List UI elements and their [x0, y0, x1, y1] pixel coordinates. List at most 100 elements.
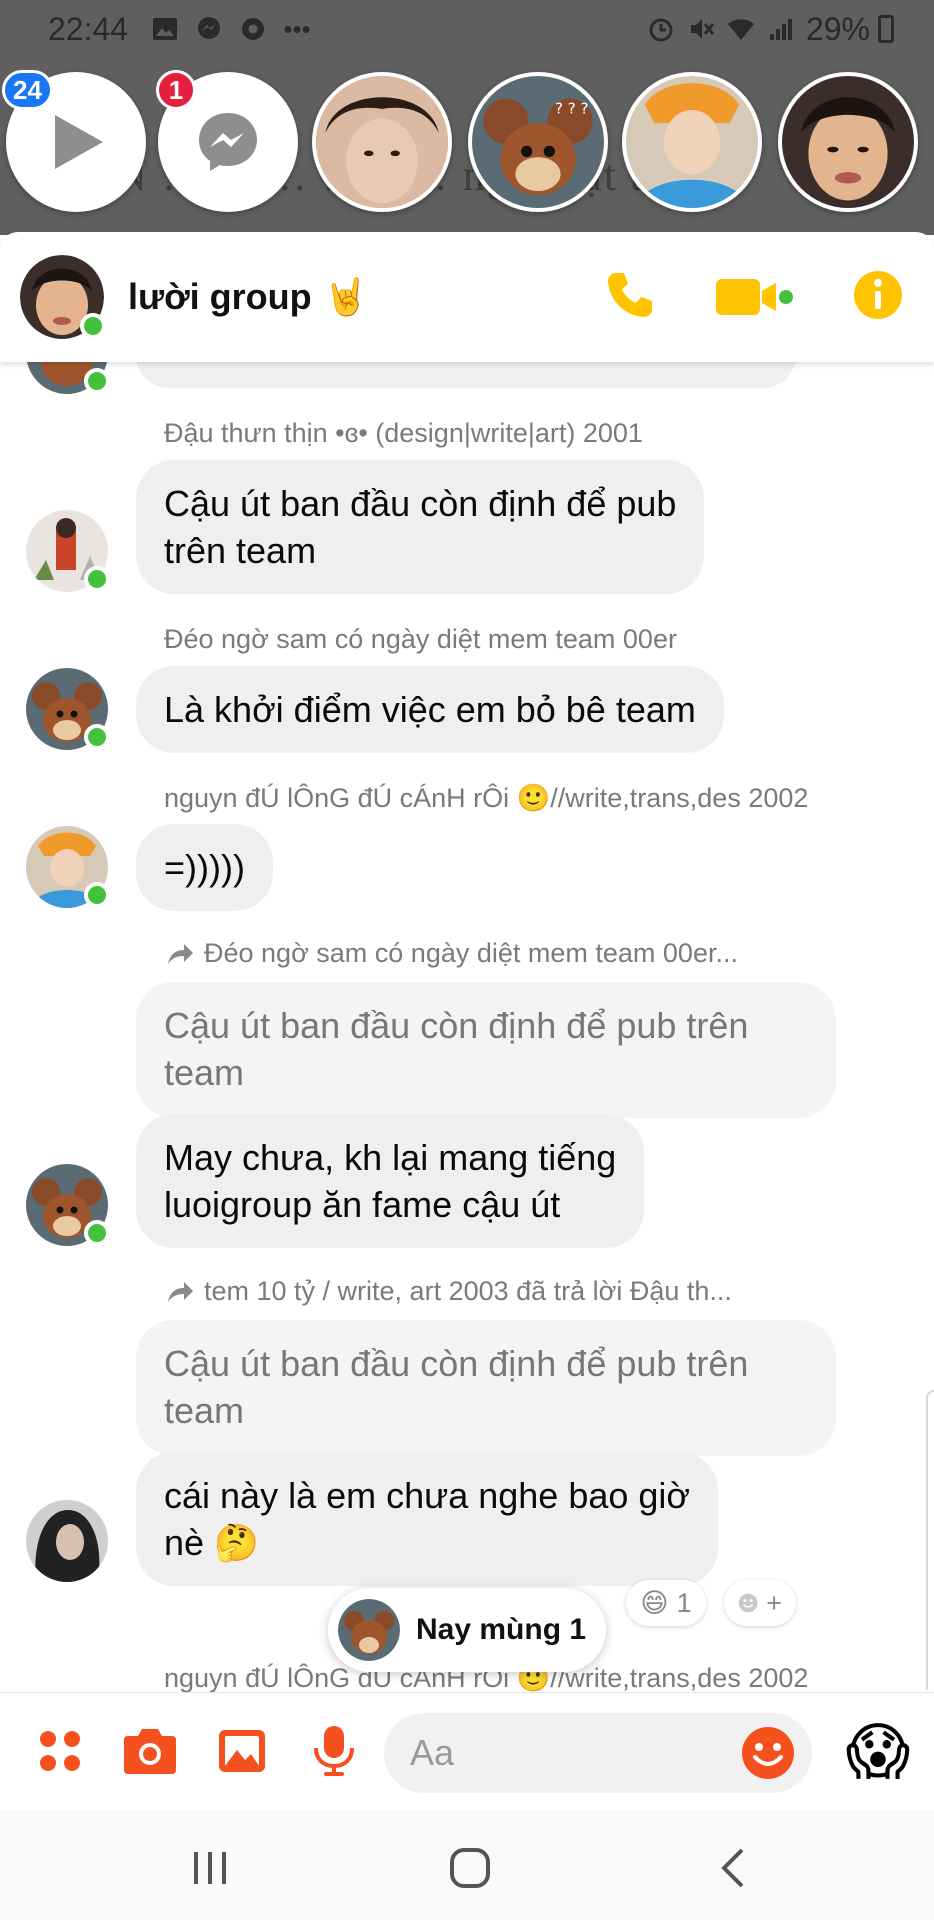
message-line: luoigroup ăn fame cậu út: [164, 1184, 561, 1225]
voice-call-button[interactable]: [604, 269, 656, 326]
sender-avatar[interactable]: [26, 362, 110, 394]
video-call-button[interactable]: [714, 275, 794, 319]
rock-hand-emoji: 🤘: [323, 276, 369, 317]
messenger-unread-badge: 1: [156, 70, 196, 110]
online-indicator: [80, 313, 106, 339]
message-bubble[interactable]: cái này là em chưa nghe bao giờ nè 🤔: [136, 1452, 719, 1586]
contact-head-3[interactable]: [622, 72, 762, 212]
quoted-line: team: [164, 1052, 245, 1093]
message-input[interactable]: [410, 1713, 710, 1793]
quick-emoji-button[interactable]: 😱: [840, 1713, 916, 1789]
contact-photo: [26, 1500, 108, 1582]
messenger-notification-icon: [194, 14, 224, 44]
home-icon: [450, 1848, 490, 1888]
online-indicator: [84, 882, 110, 908]
previous-message-bubble[interactable]: [136, 362, 796, 388]
reaction-summary[interactable]: 😄 1: [626, 1580, 706, 1626]
jerry-mouse-photo: [338, 1599, 400, 1661]
sender-avatar[interactable]: [26, 1500, 108, 1582]
battery-icon: [878, 15, 894, 43]
add-reaction-button[interactable]: +: [724, 1580, 796, 1626]
camera-button[interactable]: [118, 1719, 182, 1783]
sender-name: Đậu thưn thịn •ɞ• (design|write|art) 200…: [164, 418, 643, 448]
message-bubble[interactable]: Cậu út ban đầu còn định để pub trên team: [136, 460, 705, 594]
mute-icon: [686, 14, 716, 44]
camera-icon: [124, 1729, 176, 1774]
quoted-message[interactable]: Cậu út ban đầu còn định để pub trên team: [136, 982, 836, 1118]
phone-icon: [608, 272, 652, 317]
message-line: Là khởi điểm việc em bỏ bê team: [164, 689, 696, 730]
scrollbar[interactable]: [926, 1390, 934, 1690]
reaction-count: 1: [676, 1587, 692, 1618]
reply-indicator: Đéo ngờ sam có ngày diệt mem team 00er..…: [166, 938, 738, 969]
group-name: lười group: [128, 276, 312, 317]
more-actions-button[interactable]: [28, 1719, 92, 1783]
play-icon: [55, 115, 103, 169]
sender-avatar[interactable]: [26, 510, 110, 592]
reply-arrow-icon: [168, 943, 193, 964]
new-message-toast[interactable]: Nay mùng 1: [328, 1588, 606, 1672]
system-nav-bar: [0, 1810, 934, 1920]
online-indicator: [84, 1220, 110, 1246]
contact-head-2[interactable]: ? ? ?: [468, 72, 608, 212]
composer-bar: 😱: [0, 1692, 934, 1810]
battery-percent: 29%: [805, 10, 870, 47]
sender-avatar[interactable]: [26, 1164, 110, 1246]
sender-avatar[interactable]: [26, 826, 110, 908]
recents-icon: [194, 1852, 226, 1884]
reply-arrow-icon: [168, 1281, 193, 1302]
quoted-message[interactable]: Cậu út ban đầu còn định để pub trên team: [136, 1320, 836, 1456]
recent-apps-button[interactable]: [180, 1838, 240, 1898]
message-input-pill[interactable]: [384, 1713, 812, 1793]
more-notifications-icon: •••: [283, 13, 311, 44]
info-button[interactable]: [852, 269, 904, 326]
voice-message-button[interactable]: [302, 1719, 366, 1783]
group-avatar[interactable]: [20, 255, 106, 339]
reply-indicator: tem 10 tỷ / write, art 2003 đã trả lời Đ…: [166, 1276, 732, 1307]
reply-label: Đéo ngờ sam có ngày diệt mem team 00er..…: [204, 938, 738, 968]
home-button[interactable]: [440, 1838, 500, 1898]
svg-text:? ? ?: ? ? ?: [555, 100, 589, 118]
gallery-button[interactable]: [210, 1719, 274, 1783]
quoted-line: Cậu út ban đầu còn định để pub trên: [164, 1343, 749, 1384]
video-camera-icon: [716, 279, 793, 315]
sender-avatar[interactable]: [26, 668, 110, 750]
laugh-reaction-emoji: 😄: [640, 1587, 669, 1618]
alarm-icon: [646, 14, 676, 44]
sender-name: Đéo ngờ sam có ngày diệt mem team 00er: [164, 624, 677, 654]
contact-head-1[interactable]: [312, 72, 452, 212]
back-button[interactable]: [704, 1838, 764, 1898]
online-indicator: [84, 368, 110, 394]
signal-icon: [766, 14, 796, 44]
four-dots-icon: [40, 1731, 80, 1771]
message-bubble[interactable]: =))))): [136, 824, 273, 911]
gallery-notification-icon: [150, 14, 180, 44]
message-line: May chưa, kh lại mang tiếng: [164, 1137, 617, 1178]
wifi-icon: [726, 14, 756, 44]
chat-title[interactable]: lười group 🤘: [128, 276, 368, 318]
info-icon: [854, 270, 902, 319]
status-bar: 22:44 ••• 29%: [0, 0, 934, 58]
add-label: +: [766, 1587, 782, 1618]
reply-label: tem 10 tỷ / write, art 2003 đã trả lời Đ…: [204, 1276, 732, 1306]
message-line: nè 🤔: [164, 1522, 259, 1563]
message-line: cái này là em chưa nghe bao giờ: [164, 1475, 691, 1516]
message-line: Cậu út ban đầu còn định để pub: [164, 483, 677, 524]
clock: 22:44: [48, 10, 129, 47]
message-bubble[interactable]: Là khởi điểm việc em bỏ bê team: [136, 666, 724, 753]
toast-text: Nay mùng 1: [416, 1613, 587, 1646]
back-chevron-icon: [721, 1848, 744, 1888]
message-list[interactable]: Đậu thưn thịn •ɞ• (design|write|art) 200…: [0, 362, 934, 1692]
quoted-line: Cậu út ban đầu còn định để pub trên: [164, 1005, 749, 1046]
emoji-picker-button[interactable]: [738, 1723, 798, 1788]
contact-head-4[interactable]: [778, 72, 918, 212]
contact-photo: [316, 76, 448, 208]
online-indicator: [84, 724, 110, 750]
contact-photo: [626, 76, 758, 208]
online-indicator: [84, 566, 110, 592]
smiley-icon: [742, 1727, 794, 1779]
message-line: trên team: [164, 530, 317, 571]
message-bubble[interactable]: May chưa, kh lại mang tiếng luoigroup ăn…: [136, 1114, 645, 1248]
message-line: =))))): [164, 847, 245, 888]
contact-photo: [782, 76, 914, 208]
